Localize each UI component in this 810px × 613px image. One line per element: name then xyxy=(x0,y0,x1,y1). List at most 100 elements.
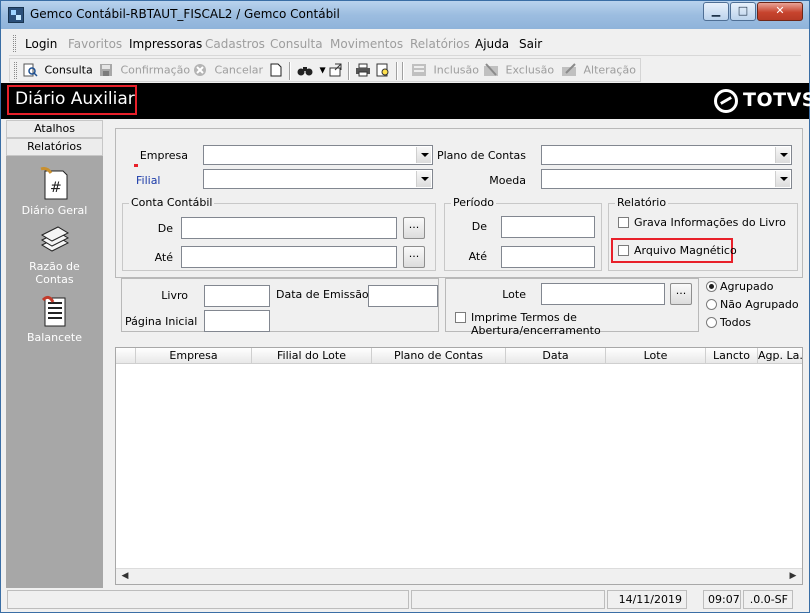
exclusao-button[interactable]: Exclusão xyxy=(483,63,554,79)
scroll-right-icon[interactable]: ▶ xyxy=(786,570,800,584)
grid-header: Empresa Filial do Lote Plano de Contas D… xyxy=(116,348,802,364)
search-doc-icon xyxy=(23,63,38,77)
status-bar: 14/11/2019 09:07 .0.0-SF xyxy=(1,588,809,612)
data-emissao-input[interactable] xyxy=(368,285,438,307)
inclusao-button[interactable]: Inclusão xyxy=(411,63,479,79)
ledger-icon xyxy=(41,295,65,327)
pagina-inicial-input[interactable] xyxy=(204,310,270,332)
lote-lookup-button[interactable]: ... xyxy=(670,283,692,305)
column-header-lote[interactable]: Lote xyxy=(606,348,706,364)
insert-record-icon xyxy=(412,64,426,76)
print-preview-icon xyxy=(376,63,389,77)
radio-agrupado-label: Agrupado xyxy=(720,280,774,293)
print-preview-button[interactable] xyxy=(375,63,394,79)
menu-cadastros[interactable]: Cadastros xyxy=(205,37,265,51)
sidebar-item-label: Razão de Contas xyxy=(29,260,80,286)
periodo-ate-input[interactable] xyxy=(501,246,595,268)
imprime-termos-label: Imprime Termos de Abertura/encerramento xyxy=(471,311,601,337)
sidebar: Atalhos Relatórios # Diário Geral Razão … xyxy=(6,120,103,588)
menu-ajuda[interactable]: Ajuda xyxy=(475,37,509,51)
confirmacao-button[interactable]: Confirmação xyxy=(98,63,190,79)
menu-grip xyxy=(13,35,16,52)
conta-de-lookup-button[interactable]: ... xyxy=(403,217,425,239)
column-header-empresa[interactable]: Empresa xyxy=(136,348,252,364)
empresa-select[interactable] xyxy=(203,145,433,165)
filial-select[interactable] xyxy=(203,169,433,189)
periodo-title: Período xyxy=(451,196,497,209)
alteracao-button[interactable]: Alteração xyxy=(561,63,636,79)
arquivo-magnetico-checkbox[interactable] xyxy=(618,245,629,256)
sidebar-tab-relatorios[interactable]: Relatórios xyxy=(6,138,103,156)
print-button[interactable] xyxy=(355,63,374,79)
status-date: 14/11/2019 xyxy=(607,590,687,609)
chevron-down-icon xyxy=(775,171,790,187)
toolbar-separator xyxy=(402,62,404,80)
menu-favoritos[interactable]: Favoritos xyxy=(68,37,122,51)
toolbar-separator xyxy=(396,62,398,80)
status-time: 09:07 xyxy=(703,590,741,609)
moeda-select[interactable] xyxy=(541,169,792,189)
conta-ate-lookup-button[interactable]: ... xyxy=(403,246,425,268)
horizontal-scrollbar[interactable]: ◀ ▶ xyxy=(116,568,802,584)
grava-informacoes-checkbox[interactable] xyxy=(618,217,629,228)
column-header-plano-de-contas[interactable]: Plano de Contas xyxy=(372,348,506,364)
conta-de-input[interactable] xyxy=(181,217,397,239)
status-version: .0.0-SF xyxy=(743,590,793,609)
book-stack-icon xyxy=(40,226,69,252)
sidebar-tab-atalhos[interactable]: Atalhos xyxy=(6,120,103,138)
export-button[interactable] xyxy=(328,63,347,79)
data-emissao-label: Data de Emissão xyxy=(276,288,369,301)
radio-nao-agrupado[interactable] xyxy=(706,299,717,310)
moeda-label: Moeda xyxy=(489,174,526,187)
menu-login[interactable]: Login xyxy=(25,37,57,51)
sidebar-item-razao-de-contas[interactable]: Razão de Contas xyxy=(6,223,103,286)
column-header-filial-do-lote[interactable]: Filial do Lote xyxy=(252,348,372,364)
periodo-de-input[interactable] xyxy=(501,216,595,238)
new-document-icon xyxy=(270,63,282,77)
column-header-lancto[interactable]: Lancto xyxy=(706,348,758,364)
menu-movimentos[interactable]: Movimentos xyxy=(330,37,403,51)
conta-ate-input[interactable] xyxy=(181,246,397,268)
radio-agrupado[interactable] xyxy=(706,281,717,292)
results-grid: Empresa Filial do Lote Plano de Contas D… xyxy=(115,347,803,585)
relatorio-group: Relatório Grava Informações do Livro Arq… xyxy=(608,196,798,271)
app-icon xyxy=(8,7,24,23)
maximize-button[interactable]: □ xyxy=(730,2,756,21)
column-header-data[interactable]: Data xyxy=(506,348,606,364)
lote-panel: Lote ... Imprime Termos de Abertura/ence… xyxy=(445,278,699,337)
lote-input[interactable] xyxy=(541,283,665,305)
scroll-left-icon[interactable]: ◀ xyxy=(118,570,132,584)
new-document-button[interactable] xyxy=(268,63,287,79)
livro-input[interactable] xyxy=(204,285,270,307)
svg-text:#: # xyxy=(50,180,62,196)
column-header-agp-la[interactable]: Agp. La... xyxy=(758,348,802,364)
radio-todos[interactable] xyxy=(706,317,717,328)
find-button[interactable]: ▼ xyxy=(297,63,326,79)
chevron-down-icon xyxy=(416,171,431,187)
chevron-down-icon: ▼ xyxy=(319,65,326,75)
plano-de-contas-label: Plano de Contas xyxy=(436,149,526,162)
radio-nao-agrupado-label: Não Agrupado xyxy=(720,298,799,311)
sidebar-item-balancete[interactable]: Balancete xyxy=(6,294,103,344)
edit-record-icon xyxy=(562,63,576,76)
pagina-inicial-label: Página Inicial xyxy=(125,315,198,328)
periodo-ate-label: Até xyxy=(468,250,487,263)
required-marker xyxy=(134,164,138,167)
menu-impressoras[interactable]: Impressoras xyxy=(129,37,202,51)
menu-sair[interactable]: Sair xyxy=(519,37,542,51)
menu-relatorios[interactable]: Relatórios xyxy=(410,37,470,51)
consulta-button[interactable]: Consulta xyxy=(22,63,93,79)
plano-de-contas-select[interactable] xyxy=(541,145,792,165)
status-panel xyxy=(411,590,605,609)
close-button[interactable]: ✕ xyxy=(757,2,803,21)
minimize-button[interactable]: ▁ xyxy=(703,2,729,21)
relatorio-title: Relatório xyxy=(615,196,669,209)
conta-contabil-group: Conta Contábil De ... Até ... xyxy=(122,196,436,271)
sidebar-item-label: Diário Geral xyxy=(21,204,88,217)
sidebar-item-diario-geral[interactable]: # Diário Geral xyxy=(6,167,103,217)
livro-label: Livro xyxy=(161,289,188,302)
imprime-termos-checkbox[interactable] xyxy=(455,312,466,323)
menu-consulta[interactable]: Consulta xyxy=(270,37,323,51)
cancelar-button[interactable]: Cancelar xyxy=(192,63,263,79)
title-bar: Gemco Contábil-RBTAUT_FISCAL2 / Gemco Co… xyxy=(1,1,809,29)
